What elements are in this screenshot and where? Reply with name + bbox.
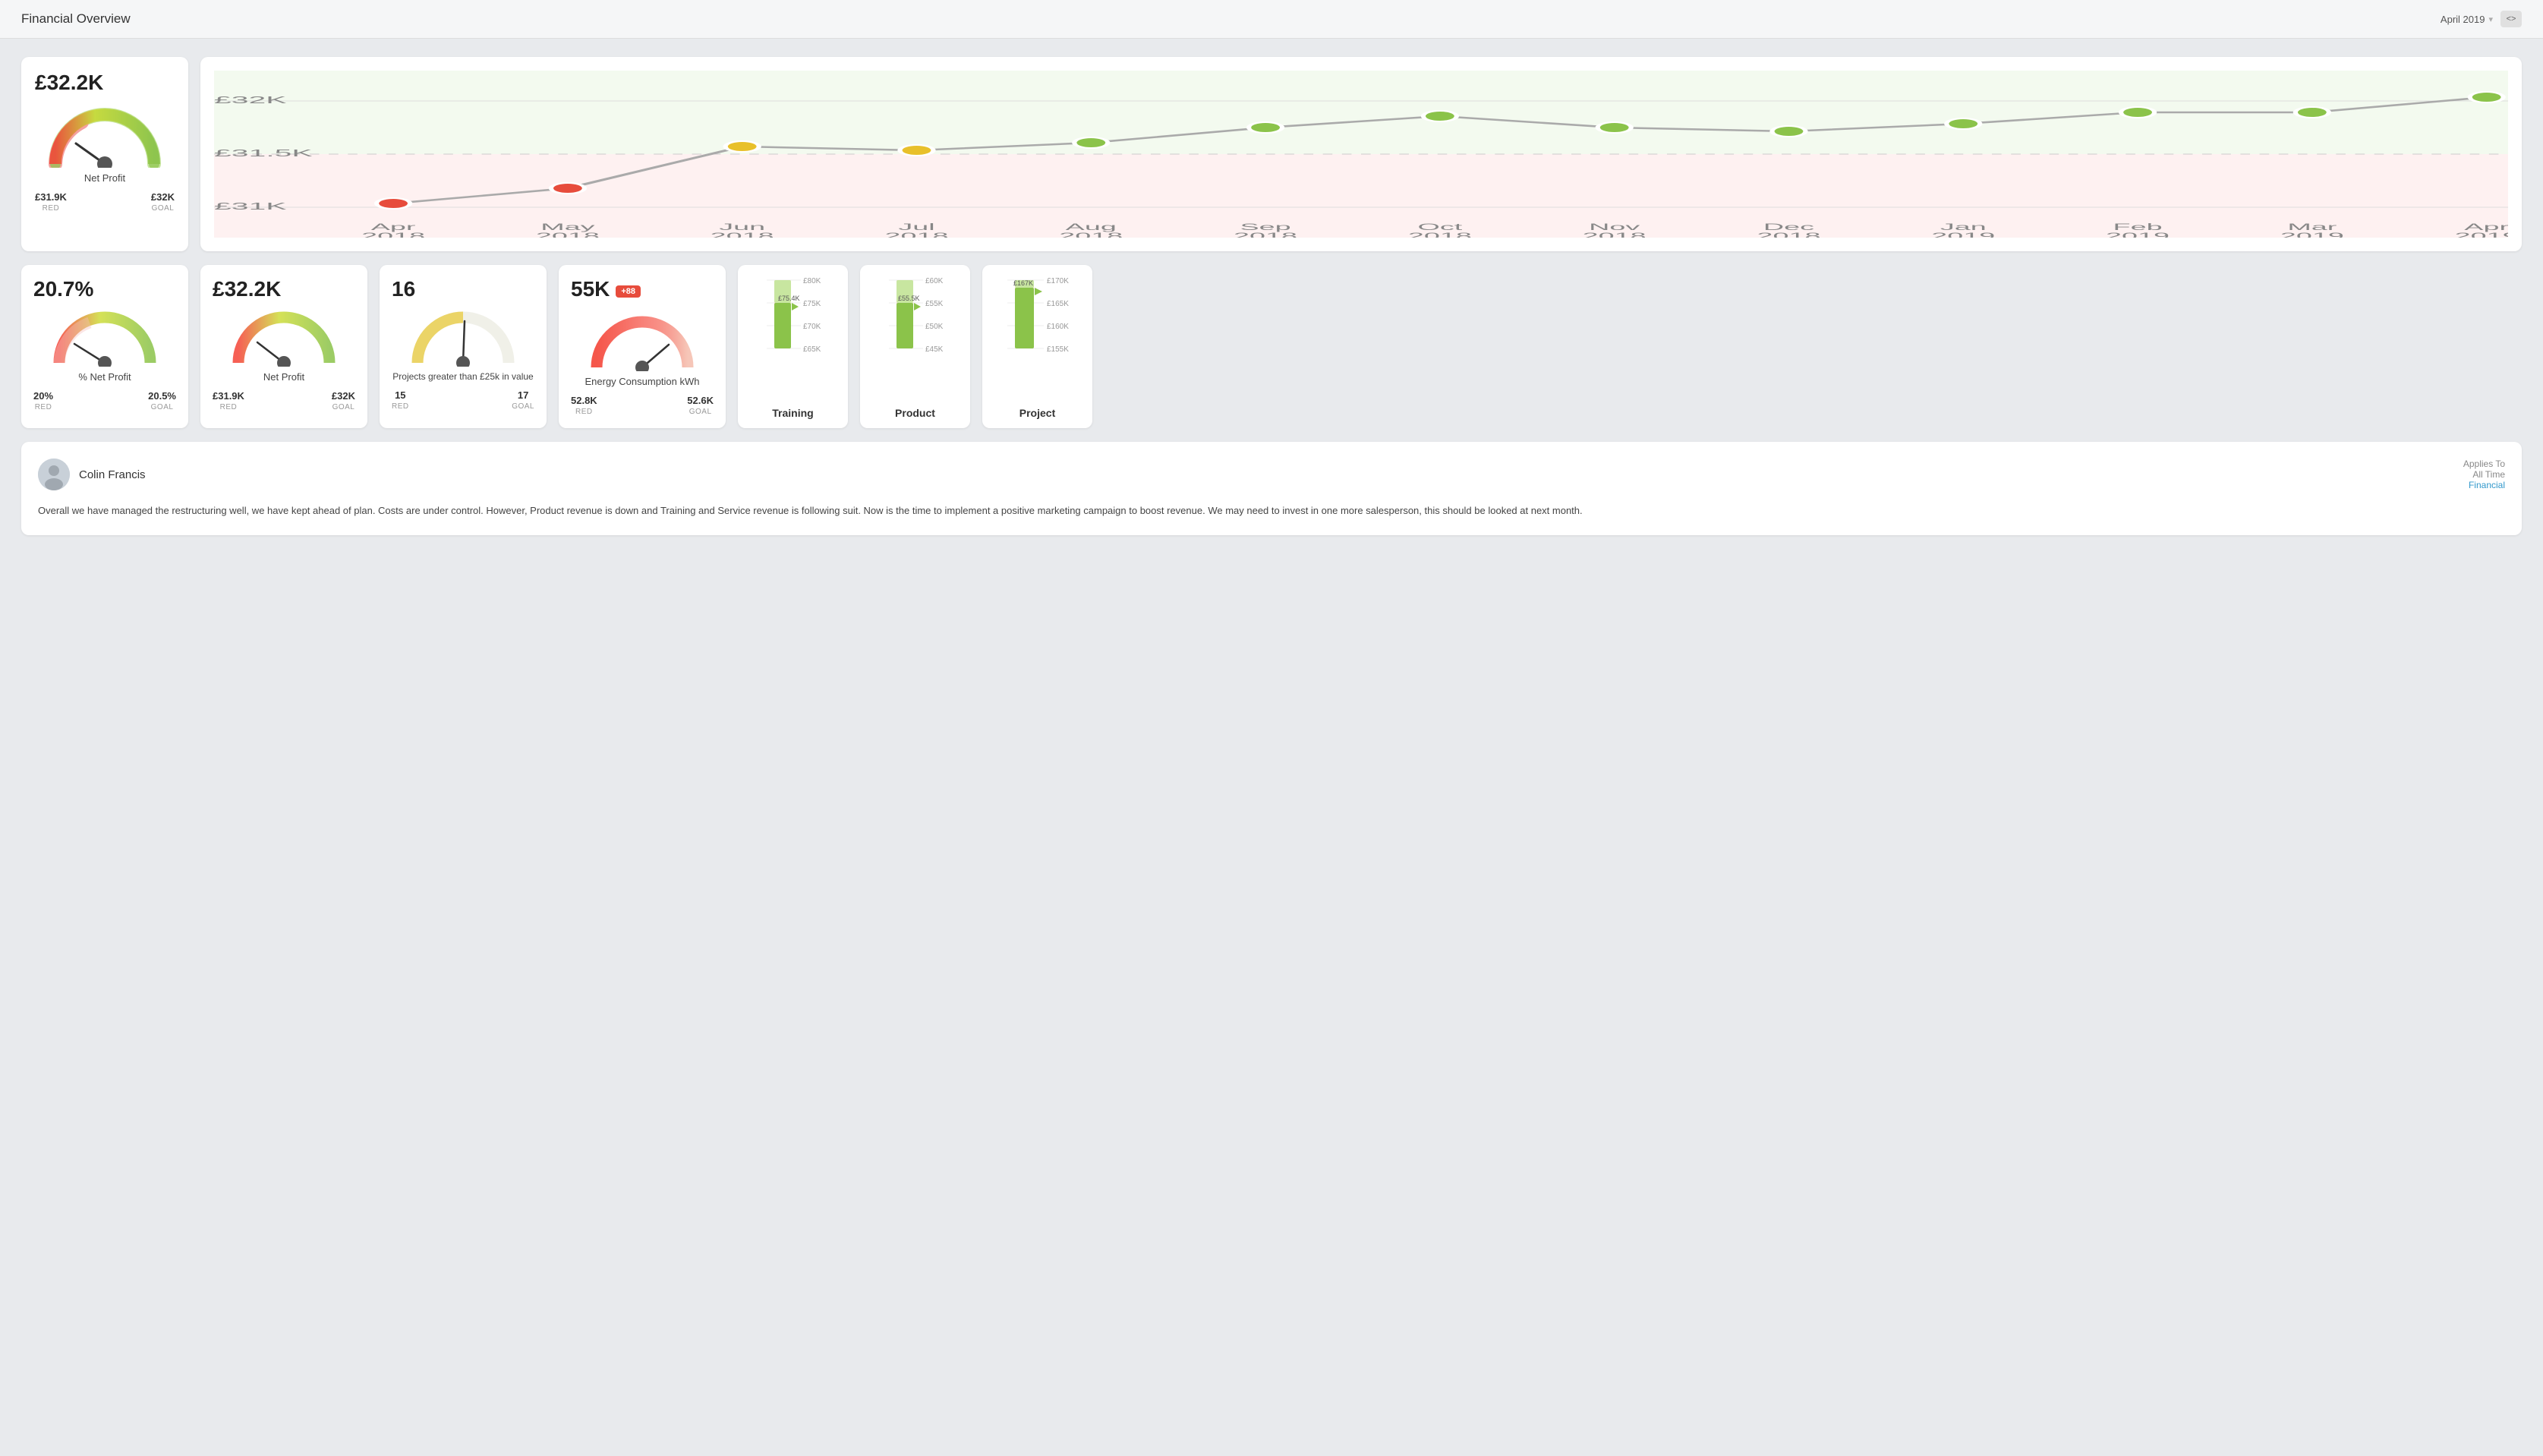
svg-text:£75K: £75K	[803, 300, 821, 308]
code-toggle-icon[interactable]: <>	[2500, 11, 2522, 27]
chevron-down-icon: ▾	[2488, 14, 2493, 24]
svg-text:2018: 2018	[1757, 231, 1820, 238]
product-chart: £60K £55K £50K £45K £55.5K	[866, 274, 964, 401]
page-title: Financial Overview	[21, 11, 131, 27]
svg-text:2018: 2018	[1583, 231, 1646, 238]
svg-text:2019: 2019	[2106, 231, 2170, 238]
energy-label: Energy Consumption kWh	[571, 376, 714, 387]
np2-benchmarks: £31.9K RED £32K GOAL	[213, 390, 355, 411]
svg-text:2018: 2018	[536, 231, 600, 238]
goal-benchmark: £32K GOAL	[151, 191, 175, 213]
svg-text:£70K: £70K	[803, 323, 821, 331]
svg-text:2018: 2018	[884, 231, 948, 238]
projects-card: 16 Projects greater than	[380, 265, 547, 428]
np2-gauge	[213, 306, 355, 367]
svg-text:2019: 2019	[1931, 231, 1995, 238]
svg-text:£75.4K: £75.4K	[778, 295, 800, 302]
pct-net-profit-value: 20.7%	[33, 277, 176, 301]
np2-label: Net Profit	[213, 371, 355, 383]
svg-text:£55.5K: £55.5K	[898, 295, 920, 302]
gauge-label: Net Profit	[35, 172, 175, 184]
product-label: Product	[895, 407, 935, 419]
energy-value-row: 55K +88	[571, 277, 714, 306]
net-profit-value: £32.2K	[35, 71, 175, 95]
date-label: April 2019	[2441, 14, 2485, 25]
project-card: £170K £165K £160K £155K £167K	[982, 265, 1092, 428]
bottom-row: 20.7% % Net Profit	[21, 265, 2522, 428]
training-label: Training	[772, 407, 813, 419]
svg-text:£155K: £155K	[1047, 345, 1069, 354]
svg-text:£167K: £167K	[1013, 279, 1033, 287]
applies-to: Applies To All Time Financial	[2463, 459, 2505, 490]
pct-benchmarks: 20% RED 20.5% GOAL	[33, 390, 176, 411]
svg-text:£32K: £32K	[214, 95, 287, 106]
svg-text:£60K: £60K	[925, 277, 944, 285]
training-content: £80K £75K £70K £65K	[744, 274, 842, 419]
pct-gauge	[33, 306, 176, 367]
projects-label: Projects greater than £25k in value	[392, 371, 534, 382]
project-content: £170K £165K £160K £155K £167K	[988, 274, 1086, 419]
main-content: £32.2K	[0, 39, 2543, 553]
red-label: RED	[43, 204, 60, 213]
user-name: Colin Francis	[79, 468, 146, 481]
red-benchmark: £31.9K RED	[35, 191, 67, 213]
svg-text:£31K: £31K	[214, 201, 287, 212]
svg-text:2018: 2018	[1408, 231, 1472, 238]
applies-to-period: All Time	[2463, 469, 2505, 480]
svg-text:2018: 2018	[1059, 231, 1123, 238]
user-info: Colin Francis	[38, 459, 146, 490]
net-profit-card: £32.2K	[21, 57, 188, 251]
svg-text:£170K: £170K	[1047, 277, 1069, 285]
svg-text:2018: 2018	[711, 231, 774, 238]
svg-text:2019: 2019	[2455, 231, 2508, 238]
energy-value: 55K	[571, 277, 610, 301]
product-card: £60K £55K £50K £45K £55.5K	[860, 265, 970, 428]
goal-label: GOAL	[152, 204, 175, 213]
pct-goal: 20.5% GOAL	[148, 390, 176, 411]
comment-section: Colin Francis Applies To All Time Financ…	[21, 442, 2522, 535]
project-label: Project	[1019, 407, 1055, 419]
net-profit-2-card: £32.2K Net Profit	[200, 265, 367, 428]
energy-badge: +88	[616, 285, 641, 298]
training-chart: £80K £75K £70K £65K	[744, 274, 842, 401]
pct-gauge-label: % Net Profit	[33, 371, 176, 383]
energy-card: 55K +88 Energy Consum	[559, 265, 726, 428]
gauge-chart	[35, 99, 175, 168]
svg-text:£165K: £165K	[1047, 300, 1069, 308]
comment-text: Overall we have managed the restructurin…	[38, 503, 2505, 518]
card-benchmarks: £31.9K RED £32K GOAL	[35, 191, 175, 213]
top-row: £32.2K	[21, 57, 2522, 251]
energy-benchmarks: 52.8K RED 52.6K GOAL	[571, 395, 714, 416]
goal-value: £32K	[151, 191, 175, 203]
avatar	[38, 459, 70, 490]
svg-text:2019: 2019	[2280, 231, 2344, 238]
projects-benchmarks: 15 RED 17 GOAL	[392, 389, 534, 411]
svg-text:£50K: £50K	[925, 323, 944, 331]
svg-text:£65K: £65K	[803, 345, 821, 354]
net-profit-2-value: £32.2K	[213, 277, 355, 301]
svg-text:2018: 2018	[1234, 231, 1297, 238]
comment-header: Colin Francis Applies To All Time Financ…	[38, 459, 2505, 490]
header-controls: April 2019 ▾ <>	[2441, 11, 2522, 27]
date-selector[interactable]: April 2019 ▾	[2441, 14, 2493, 25]
svg-text:£55K: £55K	[925, 300, 944, 308]
svg-text:£31.5K: £31.5K	[214, 148, 313, 159]
svg-text:£80K: £80K	[803, 277, 821, 285]
svg-text:£45K: £45K	[925, 345, 944, 354]
projects-gauge	[392, 306, 534, 367]
svg-text:£160K: £160K	[1047, 323, 1069, 331]
svg-text:2018: 2018	[361, 231, 425, 238]
pct-red: 20% RED	[33, 390, 53, 411]
projects-value: 16	[392, 277, 534, 301]
product-content: £60K £55K £50K £45K £55.5K	[866, 274, 964, 419]
energy-gauge	[571, 310, 714, 371]
header: Financial Overview April 2019 ▾ <>	[0, 0, 2543, 39]
project-chart: £170K £165K £160K £155K £167K	[988, 274, 1086, 401]
red-value: £31.9K	[35, 191, 67, 203]
line-chart-card: £32K £31.5K £31K	[200, 57, 2522, 251]
applies-to-label: Applies To	[2463, 459, 2505, 469]
applies-to-link[interactable]: Financial	[2469, 480, 2505, 490]
pct-net-profit-card: 20.7% % Net Profit	[21, 265, 188, 428]
training-card: £80K £75K £70K £65K	[738, 265, 848, 428]
